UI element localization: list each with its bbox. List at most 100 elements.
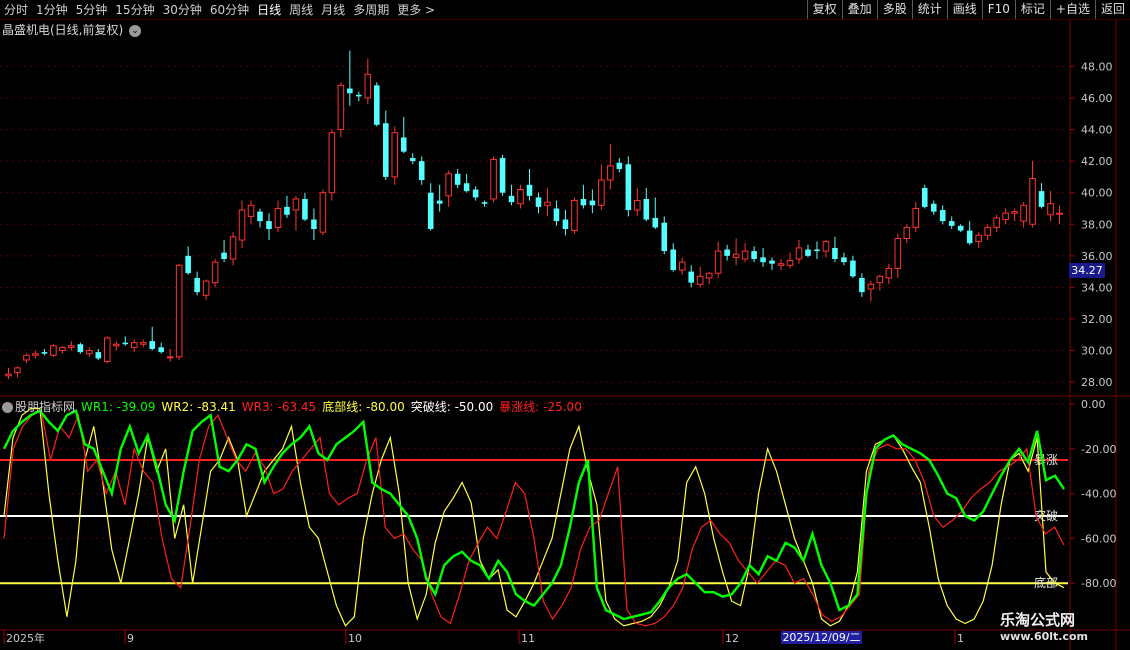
candlestick-chart[interactable] xyxy=(5,50,1063,379)
candle-body xyxy=(616,162,623,170)
candle xyxy=(364,58,372,105)
wr1-line xyxy=(2,408,1065,621)
candle xyxy=(841,252,847,266)
candle xyxy=(274,200,282,233)
candle-body xyxy=(5,373,12,377)
indicator-legend: 股朋指标网 WR1: -39.09 WR2: -83.41 WR3: -63.45 底部… xyxy=(2,398,588,415)
break-line-value: 突破线: -50.00 xyxy=(410,400,494,414)
candle xyxy=(562,210,569,236)
candle xyxy=(382,110,389,181)
candle-body xyxy=(122,342,129,345)
candle xyxy=(292,195,300,231)
candle xyxy=(795,240,803,264)
candle xyxy=(238,200,246,248)
candle-body xyxy=(607,165,614,181)
candle-body xyxy=(562,219,569,229)
time-tick-label: 2025年 xyxy=(6,631,45,645)
candle-body xyxy=(374,85,380,125)
candle-body xyxy=(130,342,138,348)
candle xyxy=(975,232,982,248)
candle xyxy=(14,366,21,378)
candle-body xyxy=(347,88,353,94)
candle-body xyxy=(652,217,659,228)
candle xyxy=(59,345,66,354)
candle-body xyxy=(966,230,973,244)
candle-body xyxy=(1011,211,1018,214)
candle-body xyxy=(1047,203,1054,216)
candle-body xyxy=(957,225,964,231)
candle-body xyxy=(319,192,327,233)
candle xyxy=(1038,183,1045,209)
candle-body xyxy=(598,179,605,206)
candle-body xyxy=(688,271,694,283)
candle xyxy=(607,143,614,190)
indicator-tick-label: -40.00 xyxy=(1081,488,1116,501)
candle-body xyxy=(14,367,21,374)
candle-body xyxy=(1002,212,1009,221)
candle-body xyxy=(95,352,102,359)
price-tick-label: 34.00 xyxy=(1081,281,1113,294)
candle xyxy=(769,257,775,271)
candle xyxy=(867,281,875,302)
candle xyxy=(409,153,416,165)
candle xyxy=(688,265,694,288)
indicator-chart[interactable]: 暴涨突破底部 xyxy=(0,407,1068,627)
candle xyxy=(284,195,290,218)
candle xyxy=(850,255,856,278)
candle xyxy=(302,192,308,222)
candle xyxy=(418,156,425,185)
candle xyxy=(678,257,686,275)
candle-body xyxy=(328,132,336,194)
candle-body xyxy=(948,221,955,226)
candle xyxy=(517,184,524,209)
candle-body xyxy=(795,247,803,260)
candle xyxy=(77,342,84,354)
candle xyxy=(751,246,757,263)
candle xyxy=(311,208,317,241)
candle-body xyxy=(714,250,722,274)
candle xyxy=(319,189,327,236)
candle-body xyxy=(499,157,506,193)
candle xyxy=(625,156,632,217)
candle xyxy=(670,243,677,272)
candle xyxy=(814,241,820,259)
candle-body xyxy=(221,252,227,259)
candle xyxy=(1020,202,1027,228)
candle xyxy=(912,202,920,233)
candle-body xyxy=(661,222,668,252)
candle-body xyxy=(867,283,875,290)
candle-body xyxy=(302,199,308,220)
candle-body xyxy=(247,204,255,217)
candle-body xyxy=(769,260,775,264)
candle xyxy=(32,350,39,359)
candle-body xyxy=(59,346,66,352)
candle-body xyxy=(751,251,757,259)
candle xyxy=(175,263,183,361)
candle-body xyxy=(382,123,389,177)
candle xyxy=(616,157,623,173)
candle-body xyxy=(175,264,183,358)
grid-layer xyxy=(0,20,1130,650)
candle xyxy=(23,353,30,364)
candle-body xyxy=(1056,212,1063,215)
wr1-value: WR1: -39.09 xyxy=(81,400,156,414)
candle-body xyxy=(50,345,57,356)
break-line-label: 突破 xyxy=(1034,508,1058,523)
candle xyxy=(1056,205,1063,225)
candle xyxy=(930,200,937,215)
candle xyxy=(832,236,838,263)
indicator-name: 股朋指标网 xyxy=(15,400,76,414)
candle-body xyxy=(760,257,766,263)
candle-body xyxy=(490,159,497,200)
candle xyxy=(805,244,811,258)
selected-date-tag: 2025/12/09/二 xyxy=(781,631,862,644)
candle-body xyxy=(1038,191,1045,207)
candle-body xyxy=(805,249,811,256)
candle xyxy=(50,344,57,357)
candle xyxy=(481,200,488,207)
candle-body xyxy=(643,199,650,220)
candle-body xyxy=(571,200,578,232)
indicator-settings-icon[interactable] xyxy=(2,402,13,413)
candle xyxy=(786,252,794,269)
candle-body xyxy=(427,192,434,229)
